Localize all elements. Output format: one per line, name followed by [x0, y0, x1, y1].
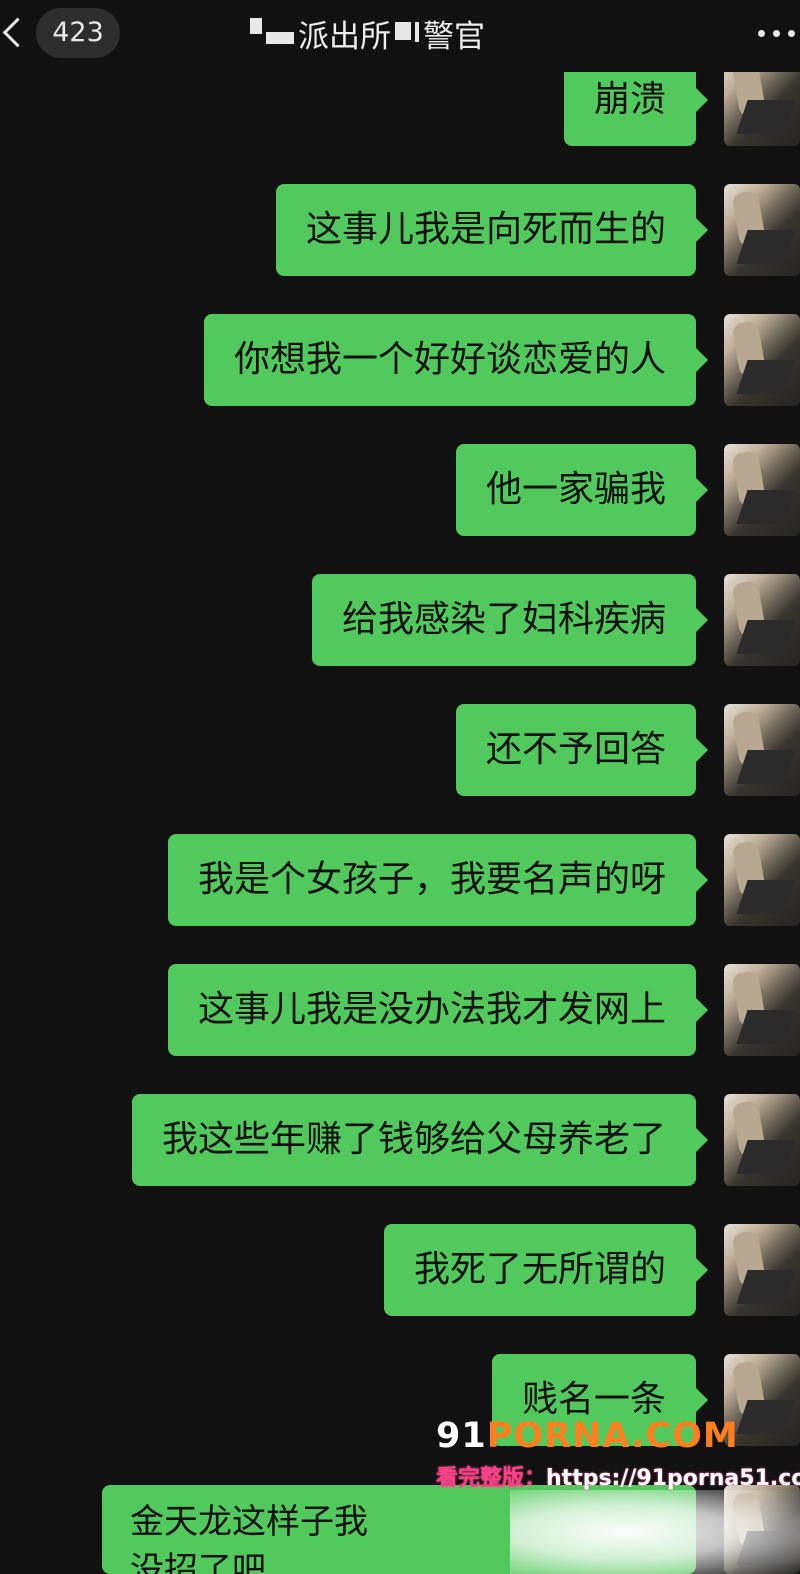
- watermark-logo-main: PORNA.COM: [486, 1416, 739, 1456]
- more-dot: [773, 30, 780, 37]
- redaction-mark: [250, 18, 262, 34]
- avatar[interactable]: [724, 1094, 800, 1186]
- message-bubble[interactable]: 他一家骗我: [455, 444, 709, 536]
- watermark: 91PORNA.COM 看完整版：https://91porna51.com: [436, 1412, 800, 1491]
- redaction-mark: [266, 32, 294, 44]
- watermark-url: 看完整版：https://91porna51.com: [436, 1460, 800, 1492]
- more-dot: [788, 30, 795, 37]
- redaction-mark: [395, 22, 411, 40]
- chat-title: 派出所 警官: [250, 10, 580, 56]
- message-row: 你想我一个好好谈恋爱的人: [0, 314, 800, 408]
- avatar[interactable]: [724, 834, 800, 926]
- watermark-url-text: https://91porna51.com: [546, 1466, 800, 1491]
- message-bubble[interactable]: 这事儿我是没办法我才发网上: [167, 964, 709, 1056]
- message-bubble[interactable]: 我死了无所谓的: [383, 1224, 709, 1316]
- chat-title-suffix: 警官: [423, 18, 485, 55]
- avatar[interactable]: [724, 314, 800, 406]
- message-row: 给我感染了妇科疾病: [0, 574, 800, 668]
- watermark-logo: 91PORNA.COM: [436, 1416, 739, 1456]
- more-options-button[interactable]: [756, 22, 800, 42]
- back-button[interactable]: [0, 10, 26, 54]
- message-bubble[interactable]: 我这些年赚了钱够给父母养老了: [131, 1094, 709, 1186]
- message-bubble[interactable]: 这事儿我是向死而生的: [275, 184, 709, 276]
- message-row: 还不予回答: [0, 704, 800, 798]
- message-row: 这事儿我是没办法我才发网上: [0, 964, 800, 1058]
- message-bubble[interactable]: 我是个女孩子，我要名声的呀: [167, 834, 709, 926]
- avatar[interactable]: [724, 574, 800, 666]
- redaction-mark: [415, 22, 419, 42]
- chat-title-main: 派出所: [298, 18, 391, 55]
- message-line: 没招了吧: [130, 1550, 266, 1574]
- unread-count-badge[interactable]: 423: [36, 8, 120, 58]
- avatar[interactable]: [724, 444, 800, 536]
- message-bubble[interactable]: 给我感染了妇科疾病: [311, 574, 709, 666]
- avatar[interactable]: [724, 184, 800, 276]
- more-horizontal-icon: [758, 30, 765, 37]
- message-row: 我这些年赚了钱够给父母养老了: [0, 1094, 800, 1188]
- avatar[interactable]: [724, 704, 800, 796]
- chat-header: 423 派出所 警官: [0, 0, 800, 72]
- avatar[interactable]: [724, 1224, 800, 1316]
- message-bubble[interactable]: 还不予回答: [455, 704, 709, 796]
- image-flare: [510, 1490, 800, 1574]
- message-bubble[interactable]: 你想我一个好好谈恋爱的人: [203, 314, 709, 406]
- message-row: 我死了无所谓的: [0, 1224, 800, 1318]
- watermark-logo-prefix: 91: [436, 1416, 487, 1456]
- message-row: 他一家骗我: [0, 444, 800, 538]
- message-row: 这事儿我是向死而生的: [0, 184, 800, 278]
- message-row: 我是个女孩子，我要名声的呀: [0, 834, 800, 928]
- watermark-url-label: 看完整版：: [436, 1466, 547, 1491]
- avatar[interactable]: [724, 964, 800, 1056]
- message-line: 金天龙这样子我: [130, 1502, 368, 1542]
